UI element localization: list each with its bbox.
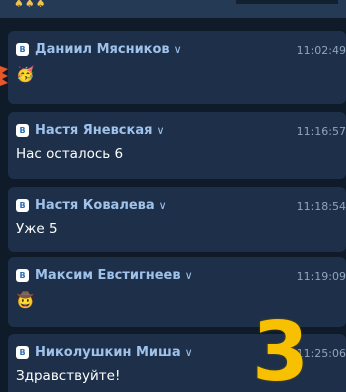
- vk-icon: В: [16, 124, 29, 137]
- overlay-number: 3: [252, 305, 310, 392]
- vk-icon: В: [16, 269, 29, 282]
- chevron-down-icon[interactable]: ∨: [185, 346, 193, 359]
- message-text: 🤠: [16, 291, 35, 309]
- message-text: Здравствуйте!: [16, 368, 121, 384]
- vk-icon: В: [16, 346, 29, 359]
- chat-message[interactable]: В Настя Яневская ∨ 11:16:57 Нас осталось…: [8, 112, 346, 179]
- message-time: 11:02:49: [296, 44, 346, 57]
- vk-icon: В: [16, 199, 29, 212]
- message-header: В Настя Яневская ∨: [16, 123, 165, 138]
- chat-feed: ♠♠♠ В Даниил Мясников ∨ 11:02:49 🥳 В Нас…: [0, 0, 346, 392]
- author-name[interactable]: Максим Евстигнеев: [35, 268, 181, 283]
- chevron-down-icon[interactable]: ∨: [185, 269, 193, 282]
- message-text: 🥳: [16, 65, 35, 83]
- chat-message[interactable]: В Даниил Мясников ∨ 11:02:49 🥳: [8, 31, 346, 104]
- message-header: В Николушкин Миша ∨: [16, 345, 193, 360]
- previous-message-strip: ♠♠♠: [0, 0, 346, 18]
- chat-message[interactable]: В Настя Ковалева ∨ 11:18:54 Уже 5: [8, 187, 346, 252]
- author-name[interactable]: Даниил Мясников: [35, 42, 170, 57]
- message-time: 11:19:09: [296, 270, 346, 283]
- message-header: В Настя Ковалева ∨: [16, 198, 167, 213]
- message-text: Нас осталось 6: [16, 146, 124, 162]
- chevron-down-icon[interactable]: ∨: [156, 124, 164, 137]
- message-header: В Максим Евстигнеев ∨: [16, 268, 193, 283]
- divider-bar: [236, 0, 338, 4]
- message-header: В Даниил Мясников ∨: [16, 42, 182, 57]
- offscreen-element-edge: [0, 66, 8, 86]
- author-name[interactable]: Николушкин Миша: [35, 345, 181, 360]
- author-name[interactable]: Настя Ковалева: [35, 198, 155, 213]
- chevron-down-icon[interactable]: ∨: [159, 199, 167, 212]
- message-text: Уже 5: [16, 221, 58, 237]
- message-time: 11:16:57: [296, 125, 346, 138]
- chevron-down-icon[interactable]: ∨: [174, 43, 182, 56]
- previous-message-emojis: ♠♠♠: [14, 0, 47, 10]
- vk-icon: В: [16, 43, 29, 56]
- author-name[interactable]: Настя Яневская: [35, 123, 152, 138]
- message-time: 11:18:54: [296, 200, 346, 213]
